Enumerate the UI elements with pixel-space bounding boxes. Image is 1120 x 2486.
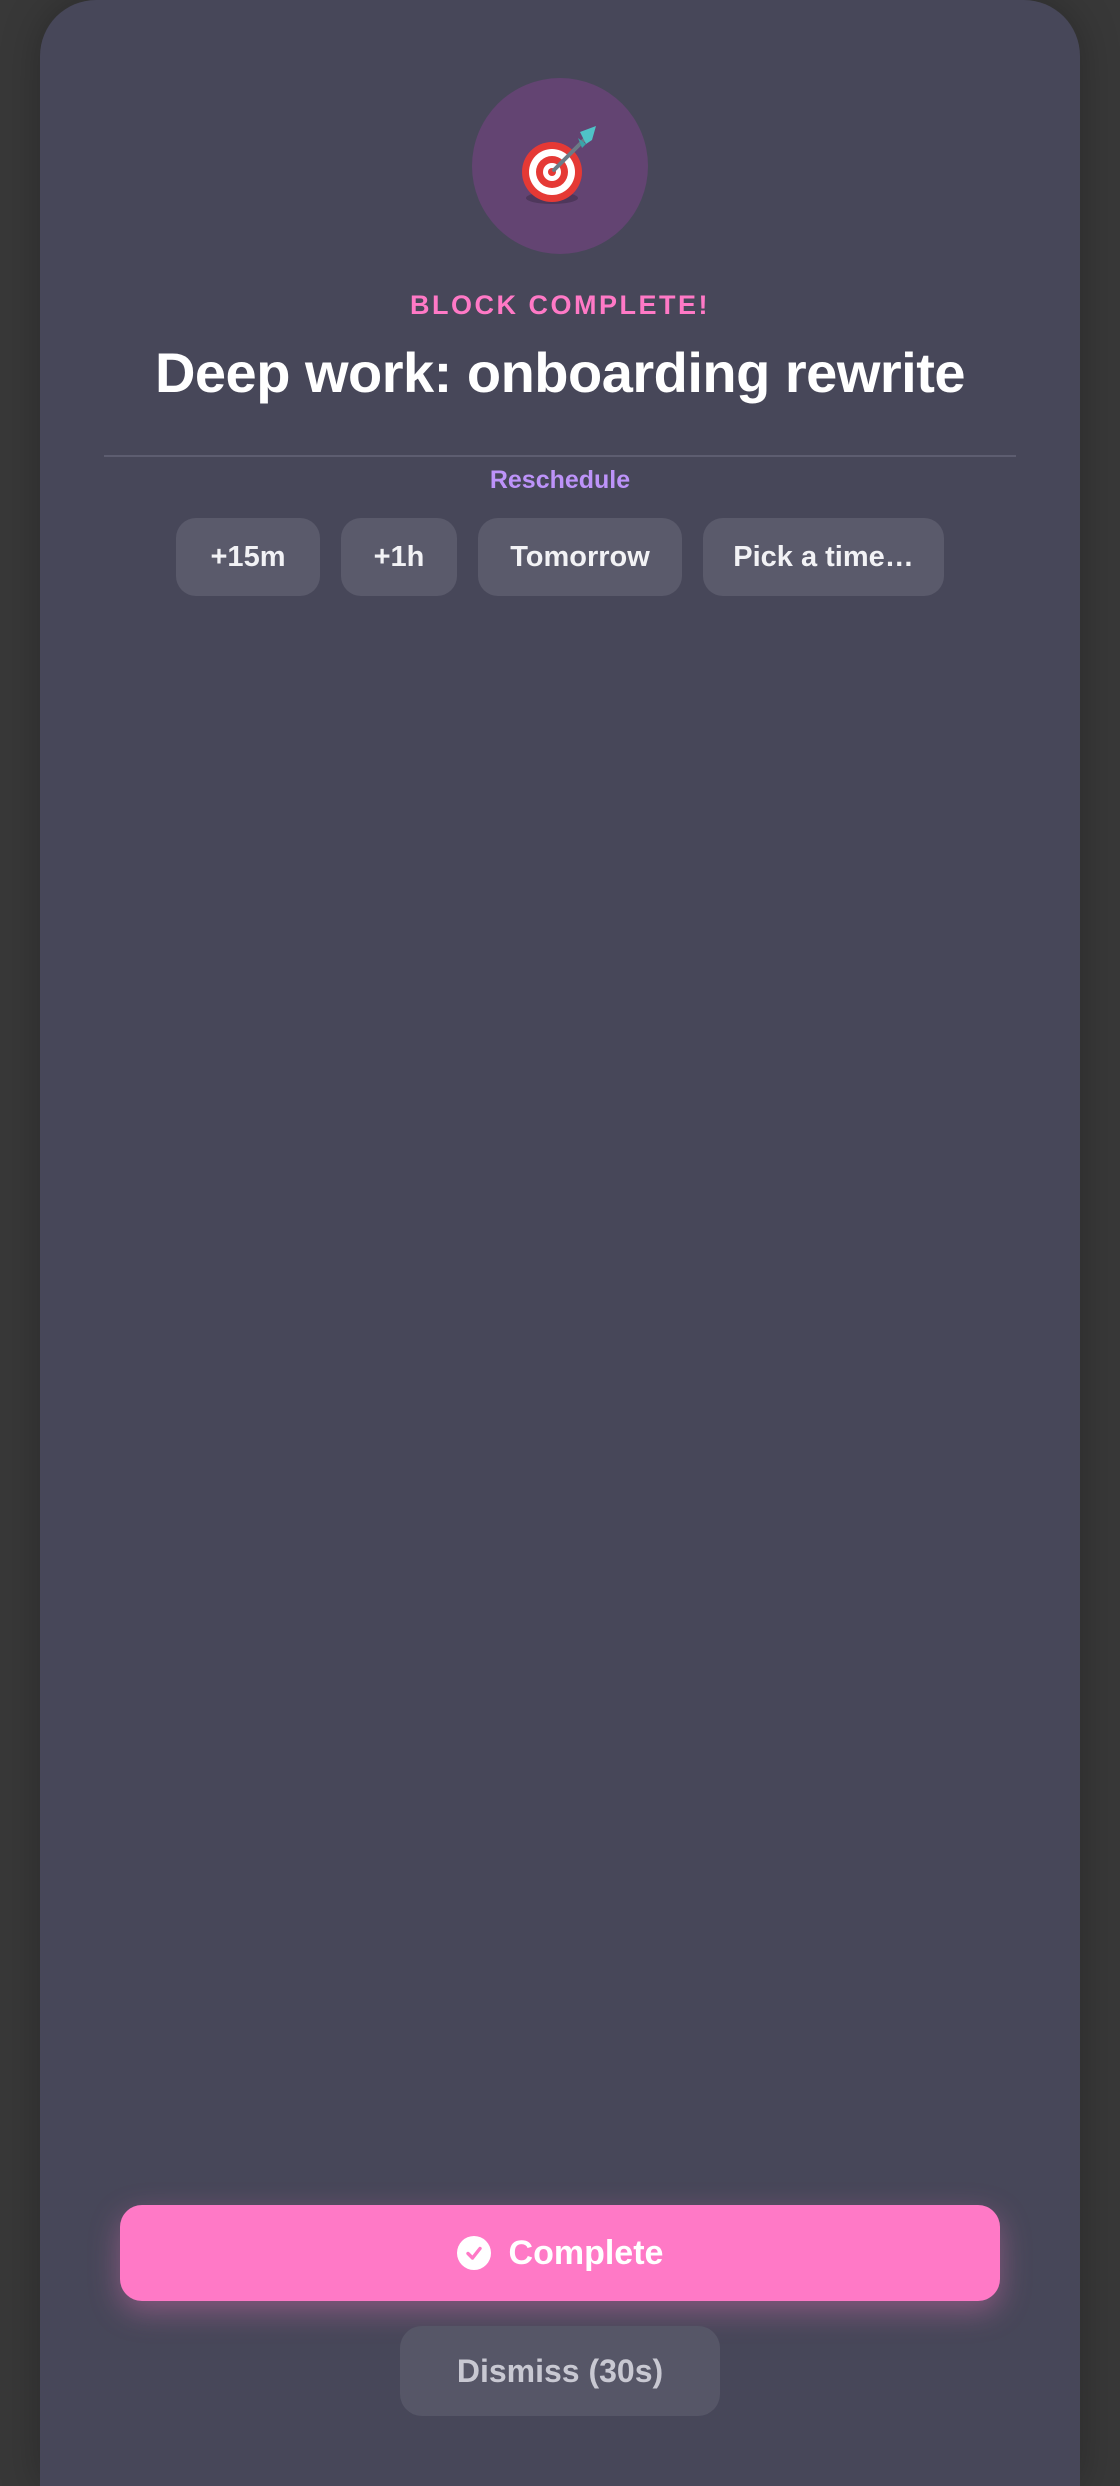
reschedule-15m-button[interactable]: +15m bbox=[176, 518, 320, 596]
reschedule-tomorrow-button[interactable]: Tomorrow bbox=[478, 518, 682, 596]
divider bbox=[104, 455, 1016, 457]
complete-button[interactable]: Complete bbox=[120, 2205, 1000, 2301]
dismiss-button[interactable]: Dismiss (30s) bbox=[400, 2326, 720, 2416]
reschedule-1h-button[interactable]: +1h bbox=[341, 518, 457, 596]
check-circle-icon bbox=[456, 2236, 491, 2270]
dart-target-icon bbox=[472, 78, 648, 254]
block-complete-label: BLOCK COMPLETE! bbox=[410, 290, 710, 320]
reschedule-options: +15m +1h Tomorrow Pick a time… bbox=[40, 518, 1080, 596]
block-title: Deep work: onboarding rewrite bbox=[154, 341, 966, 404]
complete-label: Complete bbox=[508, 2233, 664, 2272]
reschedule-label: Reschedule bbox=[489, 466, 631, 494]
notification-card: BLOCK COMPLETE! Deep work: onboarding re… bbox=[40, 0, 1080, 2486]
pick-a-time-button[interactable]: Pick a time… bbox=[703, 518, 944, 596]
